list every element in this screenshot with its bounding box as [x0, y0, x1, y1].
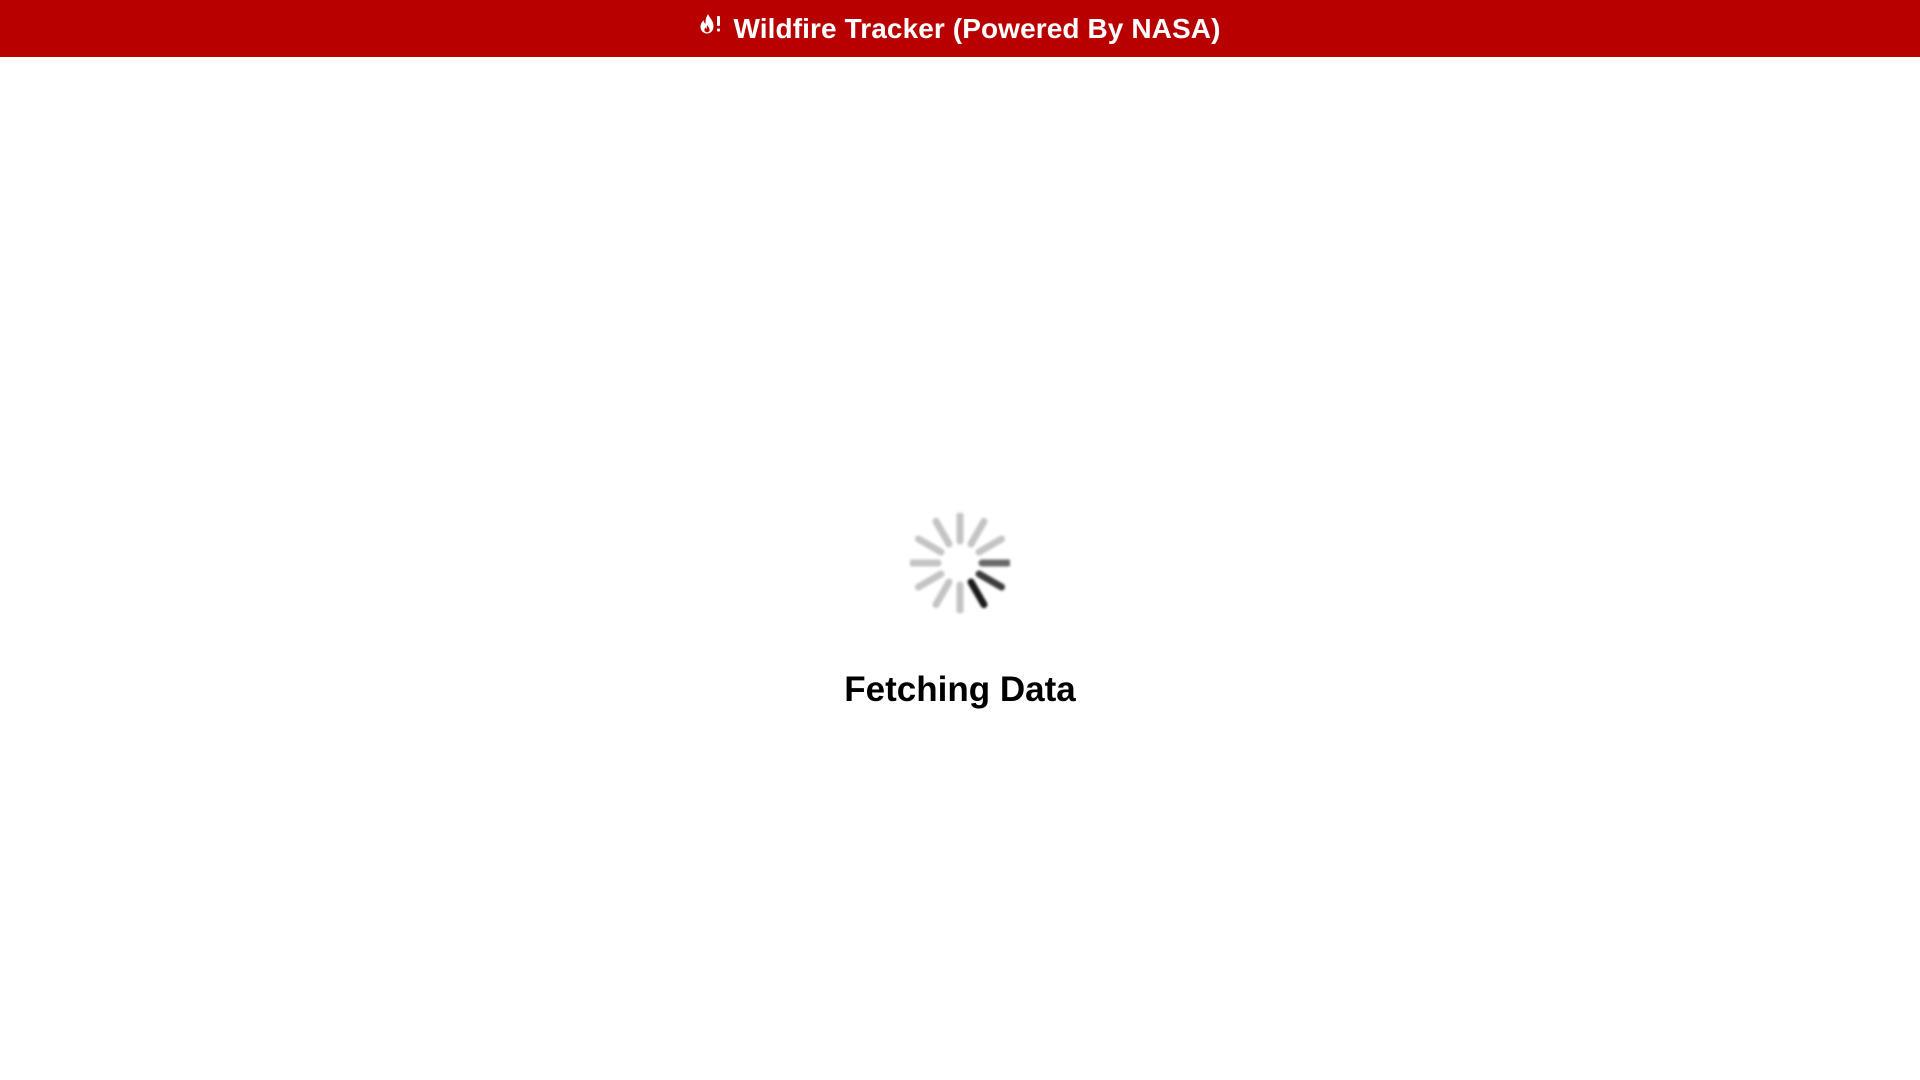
spinner-spoke — [932, 517, 953, 548]
spinner-spoke — [932, 578, 953, 609]
spinner-spoke — [914, 535, 945, 556]
spinner-spoke — [975, 570, 1006, 591]
loading-screen: Fetching Data — [0, 0, 1920, 1080]
spinner-icon — [910, 513, 1010, 613]
spinner-spoke — [914, 570, 945, 591]
spinner-spoke — [975, 535, 1006, 556]
loading-message: Fetching Data — [844, 670, 1076, 709]
spinner-spoke — [967, 578, 988, 609]
spinner-spoke — [967, 517, 988, 548]
